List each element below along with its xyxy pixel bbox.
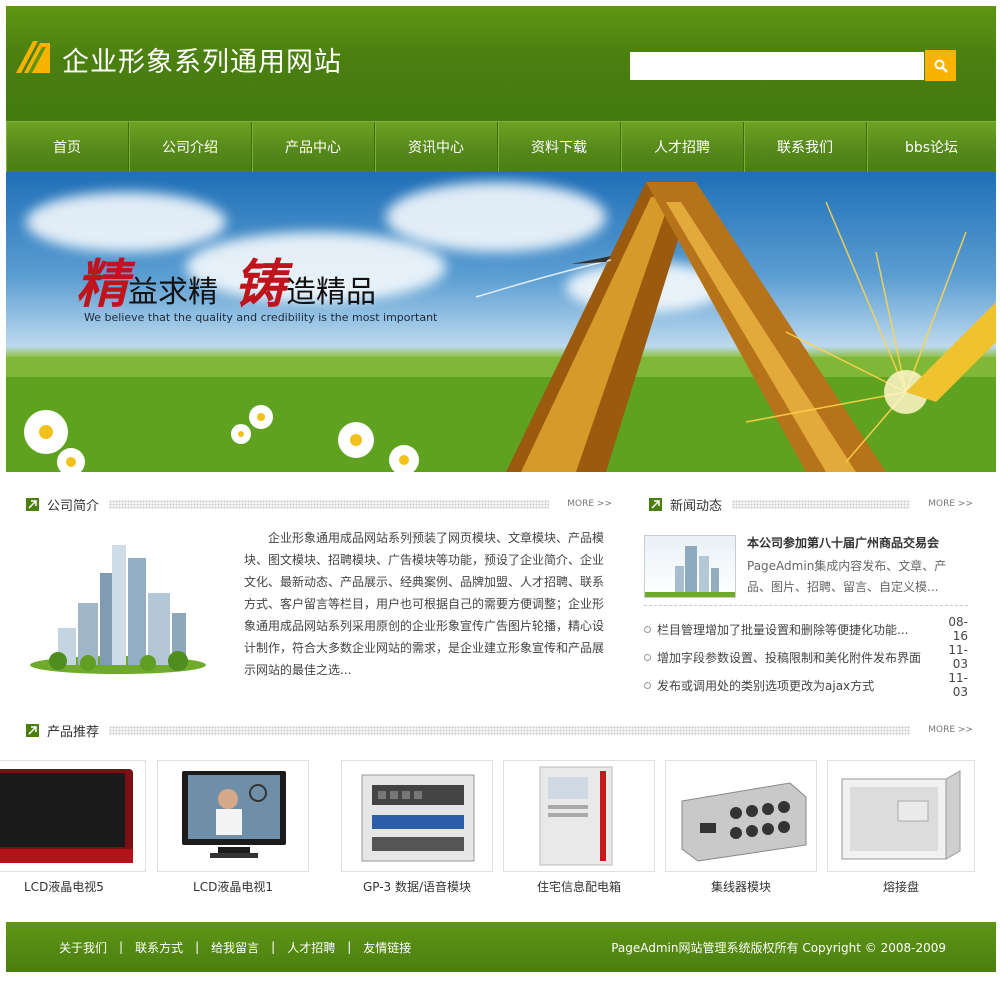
footer-link-guestbook[interactable]: 给我留言 [211, 939, 259, 956]
nav-item-about[interactable]: 公司介绍 [129, 122, 252, 172]
banner-slogan: 精 益求精 铸 造精品 [76, 242, 392, 317]
product-label[interactable]: LCD液晶电视1 [157, 878, 309, 895]
hub-module-icon [681, 782, 807, 862]
dotted-divider [109, 725, 911, 735]
dotted-divider [109, 499, 550, 509]
product-image[interactable] [665, 760, 817, 872]
about-section-header: 公司简介 MORE >> [26, 494, 612, 514]
nav-item-bbs[interactable]: bbs论坛 [867, 122, 996, 172]
lcd-tv-tennis-icon [182, 771, 286, 858]
slogan-char-1: 精 [76, 254, 129, 315]
news-featured-image[interactable] [644, 535, 736, 598]
dotted-divider [732, 499, 911, 509]
news-divider [644, 605, 968, 606]
about-section-title: 公司简介 [47, 498, 100, 514]
distribution-box-icon [539, 766, 613, 866]
footer-link-about[interactable]: 关于我们 [59, 939, 107, 956]
product-card[interactable]: 住宅信息配电箱 [503, 760, 655, 895]
nav-item-news[interactable]: 资讯中心 [375, 122, 498, 172]
footer-separator: | [271, 940, 276, 954]
news-item-date: 11-03 [948, 643, 968, 671]
footer-link-contact[interactable]: 联系方式 [135, 939, 183, 956]
product-card[interactable]: LCD液晶电视1 [157, 760, 309, 895]
footer-link-friends[interactable]: 友情链接 [363, 939, 411, 956]
news-list-item[interactable]: 增加字段参数设置、投稿限制和美化附件发布界面 11-03 [644, 643, 968, 671]
site-footer: 关于我们 | 联系方式 | 给我留言 | 人才招聘 | 友情链接 PageAdm… [6, 922, 996, 972]
footer-separator: | [347, 940, 352, 954]
product-image[interactable] [827, 760, 975, 872]
product-label[interactable]: LCD液晶电视5 [0, 878, 146, 895]
splice-tray-icon [841, 770, 961, 860]
about-more-link[interactable]: MORE >> [567, 499, 612, 509]
copyright-text: PageAdmin网站管理系统版权所有 Copyright © 2008-200… [611, 940, 946, 955]
news-more-link[interactable]: MORE >> [928, 499, 973, 509]
products-more-link[interactable]: MORE >> [928, 725, 973, 735]
news-featured-title[interactable]: 本公司参加第八十届广州商品交易会 [747, 534, 939, 551]
product-label[interactable]: 熔接盘 [827, 878, 975, 895]
footer-links: 关于我们 | 联系方式 | 给我留言 | 人才招聘 | 友情链接 [59, 939, 411, 956]
news-item-title[interactable]: 发布或调用处的类别选项更改为ajax方式 [657, 677, 934, 694]
nav-item-contact[interactable]: 联系我们 [744, 122, 867, 172]
nav-item-home[interactable]: 首页 [6, 122, 129, 172]
product-image[interactable] [157, 760, 309, 872]
slogan-char-2: 铸 [234, 254, 287, 315]
news-list-item[interactable]: 栏目管理增加了批量设置和删除等便捷化功能... 08-16 [644, 615, 968, 643]
news-item-date: 08-16 [948, 615, 968, 643]
product-label[interactable]: GP-3 数据/语音模块 [341, 878, 493, 895]
bullet-icon [644, 625, 651, 633]
products-section-title: 产品推荐 [47, 724, 100, 740]
news-item-date: 11-03 [948, 671, 968, 699]
patch-panel-icon [361, 774, 475, 862]
news-list-item[interactable]: 发布或调用处的类别选项更改为ajax方式 11-03 [644, 671, 968, 699]
nav-item-jobs[interactable]: 人才招聘 [621, 122, 744, 172]
site-header: 企业形象系列通用网站 [6, 6, 996, 121]
banner-subtitle: We believe that the quality and credibil… [84, 311, 438, 324]
hero-banner: 精 益求精 铸 造精品 We believe that the quality … [6, 172, 996, 472]
news-item-title[interactable]: 栏目管理增加了批量设置和删除等便捷化功能... [657, 621, 934, 638]
nav-item-products[interactable]: 产品中心 [252, 122, 375, 172]
news-section-header: 新闻动态 MORE >> [649, 494, 973, 514]
footer-separator: | [119, 940, 124, 954]
product-image[interactable] [0, 760, 146, 872]
main-nav: 首页 公司介绍 产品中心 资讯中心 资料下载 人才招聘 联系我们 bbs论坛 [6, 121, 996, 172]
product-card[interactable]: 熔接盘 [827, 760, 975, 895]
bullet-icon [644, 653, 651, 661]
site-title: 企业形象系列通用网站 [62, 47, 342, 78]
products-section-header: 产品推荐 MORE >> [26, 720, 973, 740]
product-card[interactable]: GP-3 数据/语音模块 [341, 760, 493, 895]
arrow-icon [26, 723, 39, 737]
search-button[interactable] [925, 50, 956, 81]
logo-icon [16, 41, 50, 73]
footer-separator: | [195, 940, 200, 954]
product-card[interactable]: LCD液晶电视5 [0, 760, 146, 895]
news-featured-desc: PageAdmin集成内容发布、文章、产品、图片、招聘、留言、自定义模... [747, 559, 947, 594]
news-item-title[interactable]: 增加字段参数设置、投稿限制和美化附件发布界面 [657, 649, 934, 666]
building-thumbnail [645, 546, 735, 597]
product-card[interactable]: 集线器模块 [665, 760, 817, 895]
news-section-title: 新闻动态 [670, 498, 723, 514]
red-lcd-tv-icon [0, 769, 133, 863]
search-icon [934, 59, 948, 73]
arrow-icon [26, 497, 39, 511]
product-label[interactable]: 住宅信息配电箱 [503, 878, 655, 895]
arrow-icon [649, 497, 662, 511]
footer-link-jobs[interactable]: 人才招聘 [287, 939, 335, 956]
product-label[interactable]: 集线器模块 [665, 878, 817, 895]
product-image[interactable] [341, 760, 493, 872]
nav-item-downloads[interactable]: 资料下载 [498, 122, 621, 172]
bullet-icon [644, 681, 651, 689]
product-image[interactable] [503, 760, 655, 872]
about-text: 企业形象通用成品网站系列预装了网页模块、文章模块、产品模块、图文模块、招聘模块、… [244, 531, 605, 677]
building-illustration [30, 545, 206, 674]
slogan-text-2: 造精品 [286, 275, 377, 310]
slogan-text-1: 益求精 [128, 275, 219, 310]
page-wrapper: 企业形象系列通用网站 首页 公司介绍 产品中心 资讯中心 资料下载 人才招聘 联… [6, 6, 996, 472]
search-input[interactable] [630, 52, 924, 80]
